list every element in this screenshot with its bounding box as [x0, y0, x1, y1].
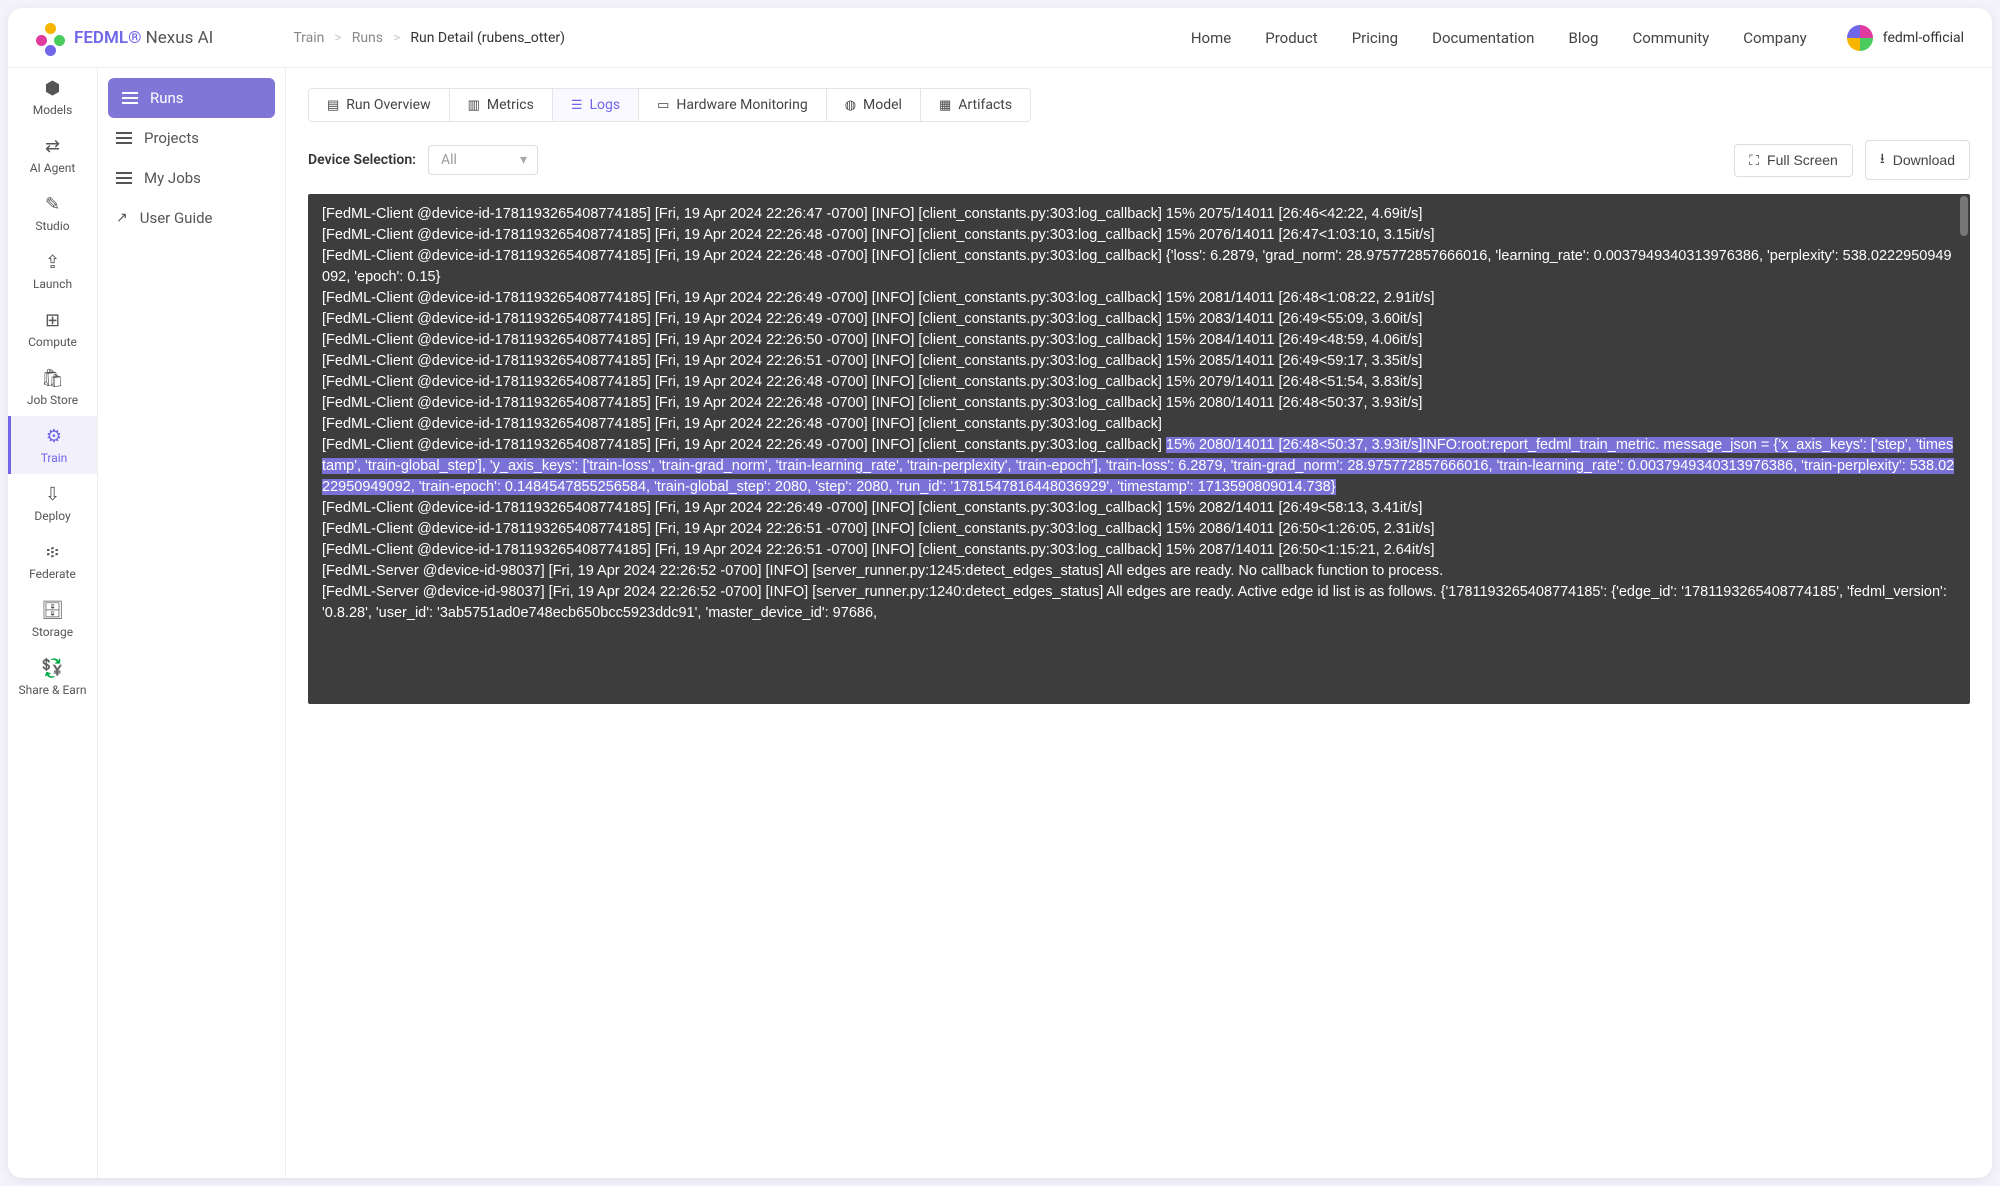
nav-community[interactable]: Community [1632, 29, 1709, 47]
breadcrumb-train[interactable]: Train [293, 30, 324, 46]
log-line: [FedML-Client @device-id-178119326540877… [322, 521, 1435, 537]
rail-ai-agent[interactable]: ⇄AI Agent [8, 126, 97, 184]
breadcrumb: Train > Runs > Run Detail (rubens_otter) [293, 30, 565, 46]
log-line: [FedML-Client @device-id-178119326540877… [322, 542, 1435, 558]
user-menu[interactable]: fedml-official [1847, 25, 1964, 51]
log-viewer[interactable]: [FedML-Client @device-id-178119326540877… [308, 194, 1970, 704]
nav-company[interactable]: Company [1743, 29, 1806, 47]
log-line: [FedML-Client @device-id-178119326540877… [322, 290, 1435, 306]
metrics-icon: ▥ [468, 98, 480, 113]
rail-share-earn[interactable]: 💱Share & Earn [8, 648, 97, 706]
model-icon: ◍ [845, 98, 856, 113]
hardware-monitoring-icon: ▭ [657, 98, 669, 113]
brand-text: FEDML® Nexus AI [74, 28, 213, 48]
sub-nav: RunsProjectsMy Jobs↗User Guide [98, 68, 286, 1178]
tab-run-overview[interactable]: ▤Run Overview [309, 89, 450, 121]
deploy-icon: ⇩ [45, 484, 60, 505]
brand-logo[interactable]: FEDML® Nexus AI [36, 23, 213, 53]
menu-bars-icon [116, 172, 132, 184]
tab-hardware-monitoring[interactable]: ▭Hardware Monitoring [639, 89, 827, 121]
fullscreen-button[interactable]: ⛶ Full Screen [1734, 144, 1853, 177]
scrollbar[interactable] [1960, 196, 1968, 236]
studio-icon: ✎ [45, 194, 60, 215]
log-line: [FedML-Client @device-id-178119326540877… [322, 437, 1166, 453]
breadcrumb-current: Run Detail (rubens_otter) [410, 30, 565, 46]
subnav-runs[interactable]: Runs [108, 78, 275, 118]
tab-logs[interactable]: ☰Logs [553, 89, 639, 121]
ai-agent-icon: ⇄ [45, 136, 60, 157]
rail-train[interactable]: ⚙Train [8, 416, 97, 474]
log-line: [FedML-Client @device-id-178119326540877… [322, 227, 1435, 243]
rail-deploy[interactable]: ⇩Deploy [8, 474, 97, 532]
rail-models[interactable]: ⬢Models [8, 68, 97, 126]
external-link-icon: ↗ [116, 210, 128, 226]
device-selection-label: Device Selection: [308, 152, 416, 168]
federate-icon: ፨ [46, 542, 59, 563]
train-icon: ⚙ [46, 426, 62, 447]
logs-icon: ☰ [571, 98, 583, 113]
launch-icon: ⇪ [45, 252, 60, 273]
top-nav: Home Product Pricing Documentation Blog Commu… [1191, 29, 1807, 47]
nav-blog[interactable]: Blog [1568, 29, 1598, 47]
breadcrumb-runs[interactable]: Runs [352, 30, 383, 46]
fullscreen-icon: ⛶ [1749, 152, 1759, 169]
log-line: [FedML-Client @device-id-178119326540877… [322, 416, 1162, 432]
rail-job-store[interactable]: 🛍Job Store [8, 358, 97, 416]
subnav-user-guide[interactable]: ↗User Guide [98, 198, 285, 238]
log-line: [FedML-Client @device-id-178119326540877… [322, 500, 1422, 516]
share-earn-icon: 💱 [41, 658, 63, 679]
nav-documentation[interactable]: Documentation [1432, 29, 1534, 47]
compute-icon: ⊞ [45, 310, 60, 331]
menu-bars-icon [122, 92, 138, 104]
log-line: [FedML-Client @device-id-178119326540877… [322, 395, 1422, 411]
tab-model[interactable]: ◍Model [827, 89, 921, 121]
log-line: [FedML-Server @device-id-98037] [Fri, 19… [322, 563, 1443, 579]
log-line: [FedML-Client @device-id-178119326540877… [322, 332, 1422, 348]
nav-pricing[interactable]: Pricing [1352, 29, 1398, 47]
artifacts-icon: ▦ [939, 98, 951, 113]
log-line: [FedML-Client @device-id-178119326540877… [322, 353, 1422, 369]
subnav-projects[interactable]: Projects [98, 118, 285, 158]
job-store-icon: 🛍 [41, 368, 64, 389]
log-line: [FedML-Client @device-id-178119326540877… [322, 206, 1422, 222]
rail-compute[interactable]: ⊞Compute [8, 300, 97, 358]
rail-storage[interactable]: 🗄Storage [8, 590, 97, 648]
run-tabs: ▤Run Overview▥Metrics☰Logs▭Hardware Moni… [308, 88, 1031, 122]
storage-icon: 🗄 [41, 600, 64, 621]
download-button[interactable]: ⭳ Download [1865, 140, 1970, 180]
avatar-icon [1847, 25, 1873, 51]
subnav-my-jobs[interactable]: My Jobs [98, 158, 285, 198]
download-icon: ⭳ [1880, 148, 1885, 172]
run-overview-icon: ▤ [327, 98, 339, 113]
rail-federate[interactable]: ፨Federate [8, 532, 97, 590]
tab-metrics[interactable]: ▥Metrics [450, 89, 553, 121]
rail-studio[interactable]: ✎Studio [8, 184, 97, 242]
nav-product[interactable]: Product [1265, 29, 1317, 47]
user-name: fedml-official [1883, 30, 1964, 46]
menu-bars-icon [116, 132, 132, 144]
tab-artifacts[interactable]: ▦Artifacts [921, 89, 1030, 121]
log-line: [FedML-Client @device-id-178119326540877… [322, 248, 1952, 285]
log-line: [FedML-Client @device-id-178119326540877… [322, 374, 1422, 390]
models-icon: ⬢ [45, 78, 61, 99]
rail-launch[interactable]: ⇪Launch [8, 242, 97, 300]
nav-home[interactable]: Home [1191, 29, 1231, 47]
device-selection-dropdown[interactable]: All [428, 145, 538, 175]
fedml-logo-icon [36, 23, 66, 53]
log-line: [FedML-Server @device-id-98037] [Fri, 19… [322, 584, 1951, 621]
log-line: [FedML-Client @device-id-178119326540877… [322, 311, 1422, 327]
icon-rail: ⬢Models⇄AI Agent✎Studio⇪Launch⊞Compute🛍J… [8, 68, 98, 1178]
